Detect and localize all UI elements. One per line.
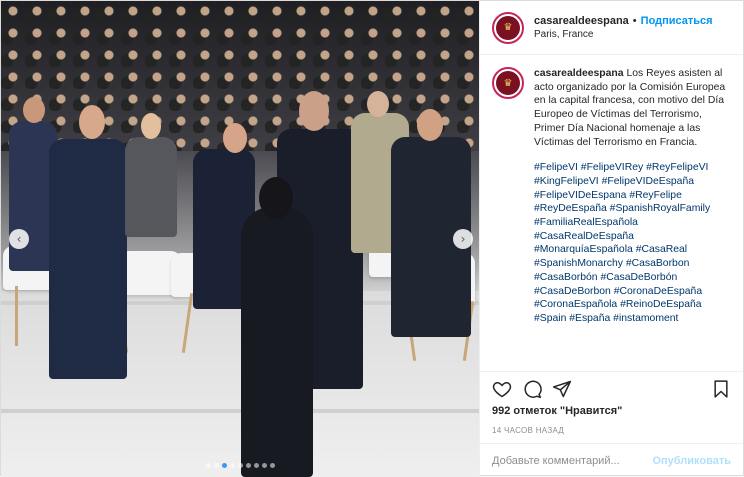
action-bar [480, 371, 743, 405]
add-comment-bar: Опубликовать [480, 443, 743, 477]
post-header: ♛ casarealdeespana • Подписаться Paris, … [480, 1, 743, 55]
hashtag-link[interactable]: #CasaRealDeEspaña [534, 231, 634, 242]
carousel-indicator [1, 463, 479, 468]
carousel-dot [269, 463, 275, 468]
follow-button[interactable]: Подписаться [641, 15, 713, 27]
hashtag-link[interactable]: #SpanishRoyalFamily [610, 203, 711, 214]
publish-button[interactable]: Опубликовать [652, 455, 731, 467]
crown-icon: ♛ [496, 71, 520, 95]
carousel-dot [237, 463, 243, 468]
hashtag-link[interactable]: #CasaDeBorbón [600, 272, 677, 283]
hashtag-link[interactable]: #España [569, 313, 610, 324]
hashtag-link[interactable]: #ReyFelipeVI [646, 162, 708, 173]
hashtag-link[interactable]: #FelipeVIDeEspaña [602, 176, 694, 187]
hashtag-link[interactable]: #FelipeVI [534, 162, 578, 173]
caption-body: Los Reyes asisten al acto organizado por… [534, 68, 726, 148]
carousel-dot [221, 463, 227, 468]
photo-person [125, 137, 177, 237]
hashtag-link[interactable]: #ReyFelipe [629, 190, 682, 201]
separator: • [632, 15, 637, 27]
photo-step [1, 409, 479, 413]
photo-person [241, 207, 313, 477]
crown-icon: ♛ [496, 15, 520, 40]
bookmark-icon[interactable] [711, 379, 731, 399]
avatar[interactable]: ♛ [492, 11, 524, 44]
hashtag-list: #FelipeVI #FelipeVIRey #ReyFelipeVI #Kin… [534, 161, 731, 325]
carousel-dot [205, 463, 211, 468]
likes-count[interactable]: 992 отметок "Нравится" [480, 405, 743, 421]
hashtag-link[interactable]: #FelipeVIDeEspana [534, 190, 626, 201]
chevron-right-icon: › [460, 232, 466, 246]
chevron-left-icon: ‹ [16, 232, 22, 246]
photo-chair-leg [15, 286, 18, 346]
comment-icon[interactable] [522, 379, 542, 399]
share-icon[interactable] [552, 379, 572, 399]
photo-person-head [23, 97, 45, 123]
caption-area: ♛ casarealdeespana Los Reyes asisten al … [480, 55, 743, 371]
comment-input[interactable] [492, 454, 653, 467]
hashtag-link[interactable]: #instamoment [613, 313, 678, 324]
hashtag-link[interactable]: #CoronaDeEspaña [614, 286, 702, 297]
location-link[interactable]: Paris, France [534, 29, 713, 40]
carousel-dot [253, 463, 259, 468]
photo-person [49, 139, 127, 379]
carousel-dot [245, 463, 251, 468]
hashtag-link[interactable]: #FelipeVIRey [581, 162, 643, 173]
hashtag-link[interactable]: #ReyDeEspaña [534, 203, 607, 214]
hashtag-link[interactable]: #CasaReal [636, 244, 687, 255]
post-sidebar: ♛ casarealdeespana • Подписаться Paris, … [479, 1, 743, 477]
hashtag-link[interactable]: #ReinoDeEspaña [620, 299, 701, 310]
carousel-next-button[interactable]: › [453, 229, 473, 249]
photo-person-head [223, 123, 247, 153]
photo-person-head [367, 91, 389, 117]
photo-person-head [141, 113, 161, 139]
hashtag-link[interactable]: #SpanishMonarchy [534, 258, 623, 269]
carousel-dot [213, 463, 219, 468]
header-row: casarealdeespana • Подписаться [534, 15, 713, 27]
hashtag-link[interactable]: #Spain [534, 313, 566, 324]
hashtag-link[interactable]: #CasaBorbon [626, 258, 690, 269]
carousel-prev-button[interactable]: ‹ [9, 229, 29, 249]
post-photo[interactable]: ‹ › [1, 1, 479, 477]
caption-avatar[interactable]: ♛ [492, 67, 524, 99]
heart-icon[interactable] [492, 379, 512, 399]
hashtag-link[interactable]: #CasaDeBorbon [534, 286, 611, 297]
photo-person-head [79, 105, 105, 139]
post-timestamp[interactable]: 14 ЧАСОВ НАЗАД [480, 421, 743, 443]
hashtag-link[interactable]: #CasaBorbón [534, 272, 598, 283]
header-text: casarealdeespana • Подписаться Paris, Fr… [534, 15, 713, 40]
carousel-dot [261, 463, 267, 468]
hashtag-link[interactable]: #FamiliaRealEspañola [534, 217, 638, 228]
hashtag-link[interactable]: #MonarquíaEspañola [534, 244, 633, 255]
hashtag-link[interactable]: #KingFelipeVI [534, 176, 599, 187]
instagram-post: ‹ › ♛ casarealdeespana • Подписаться Par… [0, 0, 744, 477]
carousel-dot [229, 463, 235, 468]
username-link[interactable]: casarealdeespana [534, 15, 629, 27]
photo-person-head [259, 177, 293, 219]
caption-username-link[interactable]: casarealdeespana [534, 68, 624, 79]
photo-person-head [417, 109, 443, 141]
caption-text: casarealdeespana Los Reyes asisten al ac… [534, 67, 731, 363]
hashtag-link[interactable]: #CoronaEspañola [534, 299, 617, 310]
photo-person-head [299, 91, 329, 131]
